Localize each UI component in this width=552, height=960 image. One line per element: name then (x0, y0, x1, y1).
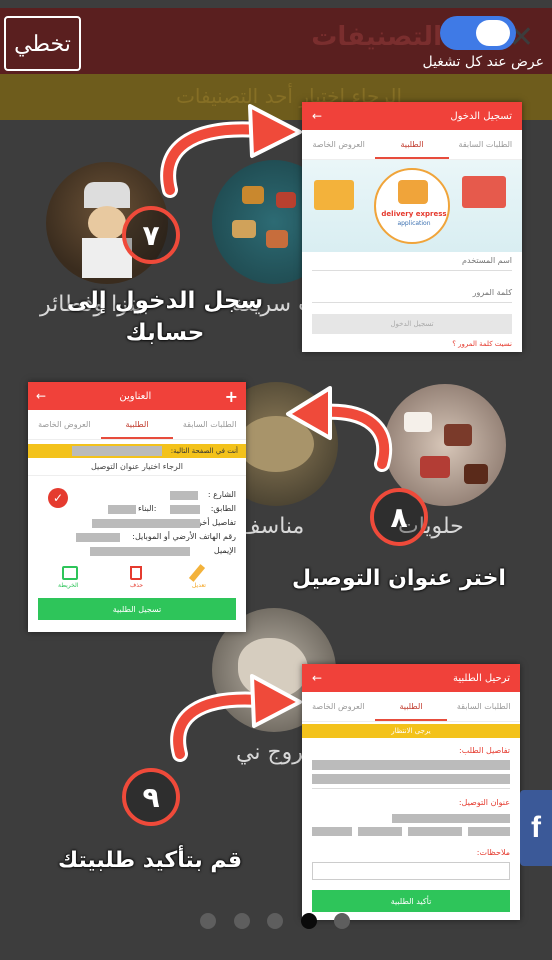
login-button-label: تسجيل الدخول (390, 320, 434, 328)
step-8-badge: ٨ (370, 488, 428, 546)
page-dot-3[interactable] (267, 913, 283, 929)
address-screen-header: + العناوين ← (28, 382, 246, 410)
tab-order: الطلبية (100, 410, 174, 439)
address-line-1 (392, 814, 510, 823)
back-arrow-icon: ← (312, 109, 323, 123)
notes-label: ملاحظات: (476, 848, 510, 857)
step-9-caption: قم بتأكيد طلبيتك (57, 848, 243, 873)
tab-previous-orders: الطلبات السابقة (182, 420, 237, 429)
tab-order: الطلبية (375, 130, 449, 159)
tutorial-screen: التصنيفات ✕ الرجاء اختيار أحد التصنيفات … (0, 0, 552, 960)
phone-label: رقم الهاتف الأرضي أو الموبايل: (132, 532, 236, 541)
address-screen-title: العناوين (119, 390, 152, 402)
plus-icon: + (224, 386, 238, 406)
address-screen-tabs: الطلبات السابقة الطلبية العروض الخاصة (28, 410, 246, 440)
confirm-screen-title: ترحيل الطلبية (453, 672, 510, 684)
category-label-mansaf: مناسف (238, 514, 305, 539)
tab-special-offers: العروض الخاصة (312, 702, 365, 711)
facebook-button[interactable]: f (520, 790, 552, 866)
tab-order: الطلبية (374, 692, 448, 721)
arrow-step7-icon (160, 104, 302, 198)
divider (312, 788, 510, 789)
delete-icon (130, 566, 142, 580)
password-placeholder: كلمة المرور (472, 288, 512, 297)
edit-label: تعديل (192, 582, 206, 589)
login-screen-tabs: الطلبات السابقة الطلبية العروض الخاصة (302, 130, 522, 160)
details-redacted (92, 519, 200, 528)
pagination (200, 913, 350, 929)
username-placeholder: اسم المستخدم (462, 256, 512, 265)
floor-redacted (170, 505, 200, 514)
building-label: :البناء (138, 504, 157, 513)
wait-banner: يرجى الانتظار (302, 724, 520, 738)
address-line-2a (312, 827, 352, 836)
submit-order-button: تسجيل الطلبية (38, 598, 236, 620)
address-screenshot: + العناوين ← الطلبات السابقة الطلبية الع… (28, 382, 246, 632)
login-screen-header: تسجيل الدخول ← (302, 102, 522, 130)
step-7-caption-line1: سجل الدخول إلى (66, 288, 264, 314)
address-selected-check-icon: ✓ (48, 488, 68, 508)
step-8-caption: اختر عنوان التوصيل (292, 566, 506, 591)
password-field (312, 302, 512, 303)
confirm-screen-header: ترحيل الطلبية ← (302, 664, 520, 692)
street-label: الشارع : (207, 490, 236, 499)
submit-order-label: تسجيل الطلبية (112, 604, 162, 614)
floor-label: الطابق: (210, 504, 236, 513)
tab-special-offers: العروض الخاصة (38, 420, 91, 429)
toggle-knob (476, 20, 510, 46)
edit-icon (188, 564, 206, 582)
email-redacted (90, 547, 190, 556)
page-dot-1[interactable] (200, 913, 216, 929)
skip-button[interactable]: تخطي (4, 16, 81, 71)
choose-address-text: الرجاء اختيار عنوان التوصيل (28, 462, 246, 476)
confirm-screenshot: ترحيل الطلبية ← الطلبات السابقة الطلبية … (302, 664, 520, 920)
delete-label: حذف (130, 582, 144, 589)
forgot-password-link: نسيت كلمة المرور ؟ (452, 340, 512, 348)
confirm-order-button: تأكيد الطلبية (312, 890, 510, 912)
street-redacted (170, 491, 198, 500)
background-title: التصنيفات (311, 22, 442, 52)
order-details-label: تفاصيل الطلب: (459, 746, 510, 755)
confirm-order-label: تأكيد الطلبية (390, 896, 432, 906)
order-line-2 (312, 774, 510, 784)
delivery-logo-area: delivery express application (302, 160, 522, 252)
order-line-1 (312, 760, 510, 770)
notice-value-redacted (72, 446, 162, 456)
facebook-icon: f (531, 811, 541, 844)
tab-previous-orders: الطلبات السابقة (456, 702, 511, 711)
tab-previous-orders: الطلبات السابقة (458, 140, 513, 149)
page-dot-2[interactable] (233, 913, 250, 929)
username-field (312, 270, 512, 271)
login-screen-title: تسجيل الدخول (450, 110, 512, 122)
step-9-badge: ٩ (122, 768, 180, 826)
login-button: تسجيل الدخول (312, 314, 512, 334)
step-7-caption-line2: حسابك (125, 320, 205, 346)
confirm-screen-tabs: الطلبات السابقة الطلبية العروض الخاصة (302, 692, 520, 722)
phone-redacted (76, 533, 120, 542)
address-line-2b (358, 827, 402, 836)
back-arrow-icon: ← (36, 389, 47, 403)
map-icon (62, 566, 78, 580)
email-label: الإيميل (213, 546, 236, 555)
delivery-address-label: عنوان التوصيل: (458, 798, 510, 807)
logo-subtext: application (397, 220, 431, 227)
wait-banner-text: يرجى الانتظار (391, 727, 431, 735)
arrow-step8-icon (286, 386, 393, 472)
login-screenshot: تسجيل الدخول ← الطلبات السابقة الطلبية ا… (302, 102, 522, 352)
page-dot-5[interactable] (334, 913, 350, 929)
notes-field (312, 862, 510, 880)
arrow-step9-icon (170, 674, 302, 762)
logo-text: delivery express (381, 210, 447, 218)
page-notice-text: أنت في الصفحة التالية: (170, 447, 238, 455)
show-on-start-label: عرض عند كل تشغيل (422, 54, 544, 70)
page-dot-4[interactable] (300, 913, 317, 929)
back-arrow-icon: ← (312, 671, 323, 685)
building-redacted (108, 505, 136, 514)
address-line-2d (468, 827, 510, 836)
step-7-badge: ٧ (122, 206, 180, 264)
tab-special-offers: العروض الخاصة (312, 140, 365, 149)
delivery-logo: delivery express application (374, 168, 450, 244)
map-label: الخريطة (58, 582, 79, 589)
address-line-2c (408, 827, 462, 836)
